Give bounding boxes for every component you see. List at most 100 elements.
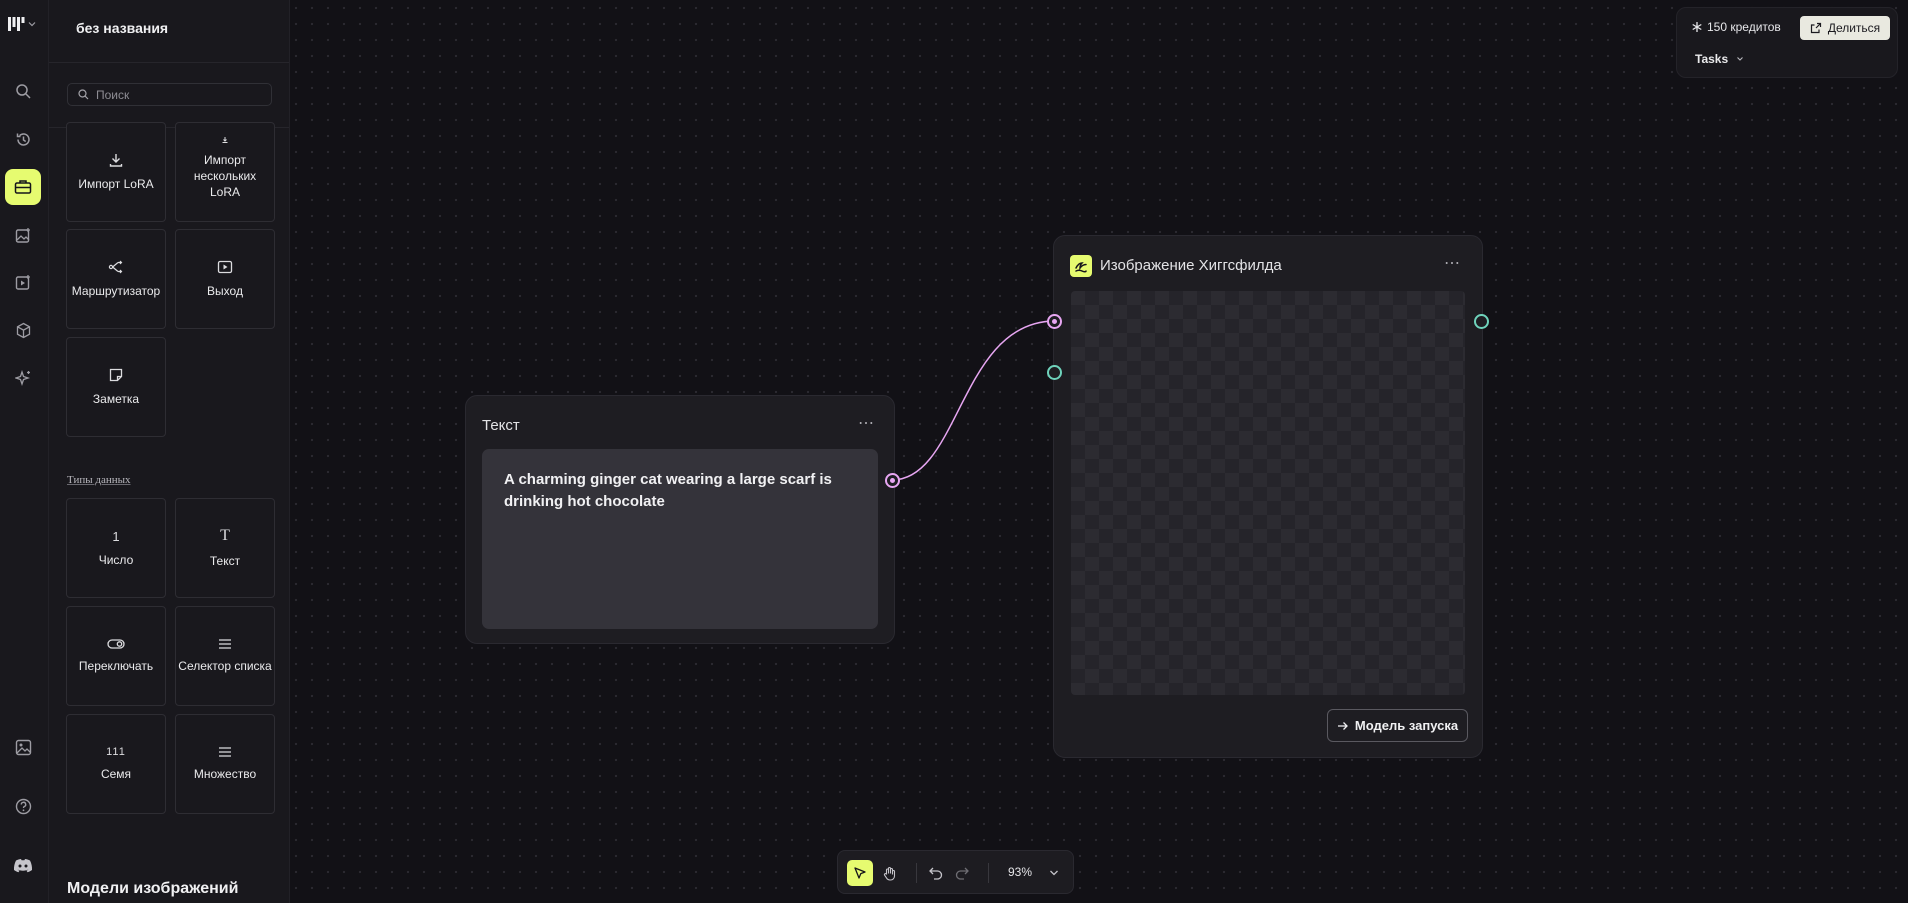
rail-toolbox-button[interactable] (5, 169, 41, 205)
tile-list-selector[interactable]: Селектор списка (175, 606, 275, 706)
rail-help-button[interactable] (5, 788, 41, 824)
image-output-port[interactable] (1474, 314, 1489, 329)
zoom-level[interactable]: 93% (1008, 865, 1032, 879)
text-node[interactable]: Текст ⋯ A charming ginger cat wearing a … (465, 395, 895, 644)
toolbox-icon (14, 180, 32, 194)
rail-ai-button[interactable] (5, 360, 41, 396)
credits-display[interactable]: 150 кредитов (1691, 20, 1781, 34)
rail-gallery-button[interactable] (5, 729, 41, 765)
redo-button[interactable] (949, 860, 975, 886)
image-input-port[interactable] (1047, 365, 1062, 380)
hand-icon (883, 866, 895, 881)
seed-icon: 111 (106, 746, 126, 758)
canvas-toolbar: 93% (837, 850, 1074, 894)
undo-icon (929, 867, 943, 880)
node-title: Изображение Хиггсфилда (1100, 257, 1282, 274)
tile-label: Заметка (92, 392, 140, 406)
tile-toggle[interactable]: Переключать (66, 606, 166, 706)
tile-label: Маршрутизатор (71, 284, 161, 298)
share-icon (1810, 22, 1821, 34)
tile-label: Множество (193, 767, 257, 781)
text-node-content[interactable]: A charming ginger cat wearing a large sc… (482, 449, 878, 629)
text-icon: T (220, 527, 230, 544)
tile-label: Выход (207, 284, 243, 298)
pan-tool-button[interactable] (876, 860, 902, 886)
credits-text: 150 кредитов (1707, 20, 1781, 34)
tile-label: Импорт LoRA (78, 177, 154, 191)
tasks-dropdown[interactable]: Tasks (1695, 52, 1744, 66)
more-menu-icon[interactable]: ⋯ (1444, 253, 1461, 273)
tile-output[interactable]: Выход (175, 229, 275, 329)
project-title[interactable]: без названия (76, 20, 168, 36)
chevron-down-icon (28, 22, 36, 27)
tile-label: Переключать (78, 659, 154, 673)
section-label-data-types: Типы данных (67, 474, 131, 486)
arrow-right-icon (1337, 721, 1348, 730)
router-icon (108, 259, 124, 275)
chevron-down-icon (1050, 870, 1058, 876)
share-button[interactable]: Делиться (1800, 16, 1890, 40)
gallery-icon (15, 739, 31, 755)
tile-label: Семя (100, 767, 132, 781)
rail-search-button[interactable] (5, 73, 41, 109)
array-icon (217, 746, 233, 758)
tile-label: Импорт нескольких LoRA (193, 153, 257, 199)
logo-icon (8, 17, 25, 31)
run-label: Модель запуска (1354, 718, 1459, 733)
node-title: Текст (482, 417, 520, 434)
zoom-dropdown-button[interactable] (1041, 860, 1067, 886)
toggle-icon (107, 638, 125, 650)
library-panel: без названия Импорт LoRA Импорт нескольк… (49, 0, 290, 903)
asterisk-icon (1692, 22, 1702, 32)
tile-import-multiple-lora[interactable]: Импорт нескольких LoRA (175, 122, 275, 222)
tile-array[interactable]: Множество (175, 714, 275, 814)
rail-image-edit-button[interactable] (5, 217, 41, 253)
tile-number[interactable]: 1 Число (66, 498, 166, 598)
rail-discord-button[interactable] (5, 848, 41, 884)
text-output-port[interactable] (885, 473, 900, 488)
left-rail (0, 0, 49, 903)
section-title-image-models: Модели изображений (67, 880, 239, 897)
video-icon (15, 274, 30, 290)
tile-seed[interactable]: 111 Семя (66, 714, 166, 814)
image-node[interactable]: Изображение Хиггсфилда ⋯ Модель запуска (1053, 235, 1483, 758)
divider (49, 62, 289, 63)
rail-video-button[interactable] (5, 264, 41, 300)
number-icon: 1 (112, 528, 120, 544)
history-icon (16, 132, 30, 146)
discord-icon (13, 859, 33, 873)
sparkle-icon (14, 369, 30, 386)
note-icon (108, 367, 124, 383)
account-box: 150 кредитов Делиться Tasks (1676, 7, 1898, 78)
download-small-icon (221, 136, 229, 144)
image-preview-placeholder (1071, 291, 1465, 695)
select-tool-button[interactable] (847, 860, 873, 886)
rail-history-button[interactable] (5, 121, 41, 157)
redo-icon (955, 867, 969, 880)
tile-label: Селектор списка (178, 659, 272, 673)
rail-3d-button[interactable] (5, 312, 41, 348)
divider (988, 863, 989, 883)
search-input[interactable] (96, 87, 256, 102)
higgsfield-logo-icon (1070, 255, 1092, 277)
app-logo[interactable] (7, 16, 36, 32)
cube-icon (16, 322, 30, 338)
image-edit-icon (15, 227, 30, 243)
help-icon (15, 798, 31, 814)
library-search[interactable] (67, 83, 272, 106)
run-model-button[interactable]: Модель запуска (1327, 709, 1468, 742)
search-icon (15, 83, 31, 99)
chevron-down-icon (1737, 57, 1744, 61)
tile-label: Текст (209, 554, 241, 568)
share-label: Делиться (1827, 21, 1881, 35)
tile-label: Число (98, 552, 134, 567)
prompt-input-port[interactable] (1047, 314, 1062, 329)
tile-import-lora[interactable]: Импорт LoRA (66, 122, 166, 222)
tile-router[interactable]: Маршрутизатор (66, 229, 166, 329)
tasks-label: Tasks (1695, 52, 1729, 66)
tile-text[interactable]: T Текст (175, 498, 275, 598)
undo-button[interactable] (923, 860, 949, 886)
download-icon (108, 152, 124, 168)
more-menu-icon[interactable]: ⋯ (858, 413, 875, 433)
tile-note[interactable]: Заметка (66, 337, 166, 437)
